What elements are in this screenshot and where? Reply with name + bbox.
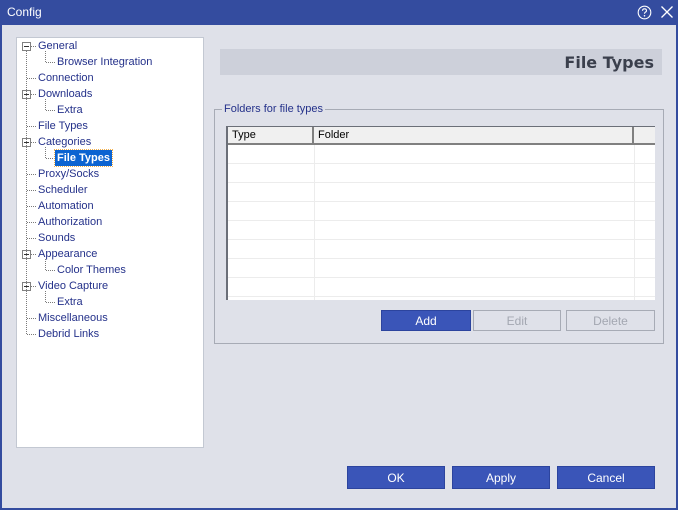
table-row[interactable]	[228, 164, 655, 183]
tree-item-sounds[interactable]: Sounds	[36, 230, 77, 246]
table-row[interactable]	[228, 183, 655, 202]
column-header-filler	[634, 127, 655, 143]
delete-button[interactable]: Delete	[566, 310, 655, 331]
tree-item-extra-child[interactable]: Extra	[55, 294, 85, 310]
table-row[interactable]	[228, 278, 655, 297]
column-header-type[interactable]: Type	[228, 127, 314, 143]
table-row[interactable]	[228, 221, 655, 240]
page-title: File Types	[564, 53, 654, 72]
tree-item-scheduler[interactable]: Scheduler	[36, 182, 90, 198]
ok-button[interactable]: OK	[347, 466, 445, 489]
table-row[interactable]	[228, 145, 655, 164]
tree-item-browser-integration-child[interactable]: Browser Integration	[55, 54, 154, 70]
tree-item-general[interactable]: General	[36, 38, 79, 54]
tree-item-file-types[interactable]: File Types	[36, 118, 90, 134]
page-header: File Types	[220, 49, 662, 75]
groupbox-label: Folders for file types	[222, 103, 326, 115]
config-window: Config General Browser Integration Connect…	[0, 0, 678, 510]
tree-item-proxy-socks[interactable]: Proxy/Socks	[36, 166, 101, 182]
table-row[interactable]	[228, 202, 655, 221]
table-row[interactable]	[228, 240, 655, 259]
column-divider	[314, 145, 315, 300]
tree-item-categories[interactable]: Categories	[36, 134, 93, 150]
cancel-button[interactable]: Cancel	[557, 466, 655, 489]
column-divider	[634, 145, 635, 300]
tree-item-video-capture[interactable]: Video Capture	[36, 278, 110, 294]
tree-item-downloads[interactable]: Downloads	[36, 86, 94, 102]
tree-item-color-themes-child[interactable]: Color Themes	[55, 262, 128, 278]
column-header-folder[interactable]: Folder	[314, 127, 634, 143]
tree-item-appearance[interactable]: Appearance	[36, 246, 99, 262]
title-bar[interactable]: Config	[2, 0, 678, 25]
apply-button[interactable]: Apply	[452, 466, 550, 489]
edit-button[interactable]: Edit	[473, 310, 561, 331]
help-icon[interactable]	[635, 3, 653, 21]
file-types-table[interactable]: Type Folder	[226, 126, 655, 300]
tree-item-connection[interactable]: Connection	[36, 70, 96, 86]
tree-item-authorization[interactable]: Authorization	[36, 214, 104, 230]
settings-tree[interactable]: General Browser Integration Connection Down…	[16, 37, 204, 448]
table-header: Type Folder	[228, 127, 655, 145]
tree-item-debrid-links[interactable]: Debrid Links	[36, 326, 101, 342]
add-button[interactable]: Add	[381, 310, 471, 331]
tree-item-automation[interactable]: Automation	[36, 198, 96, 214]
window-title: Config	[7, 5, 42, 19]
table-row[interactable]	[228, 259, 655, 278]
tree-item-extra-child[interactable]: Extra	[55, 102, 85, 118]
close-icon[interactable]	[658, 3, 676, 21]
tree-item-file-types-child[interactable]: File Types	[54, 149, 113, 167]
tree-item-miscellaneous[interactable]: Miscellaneous	[36, 310, 110, 326]
